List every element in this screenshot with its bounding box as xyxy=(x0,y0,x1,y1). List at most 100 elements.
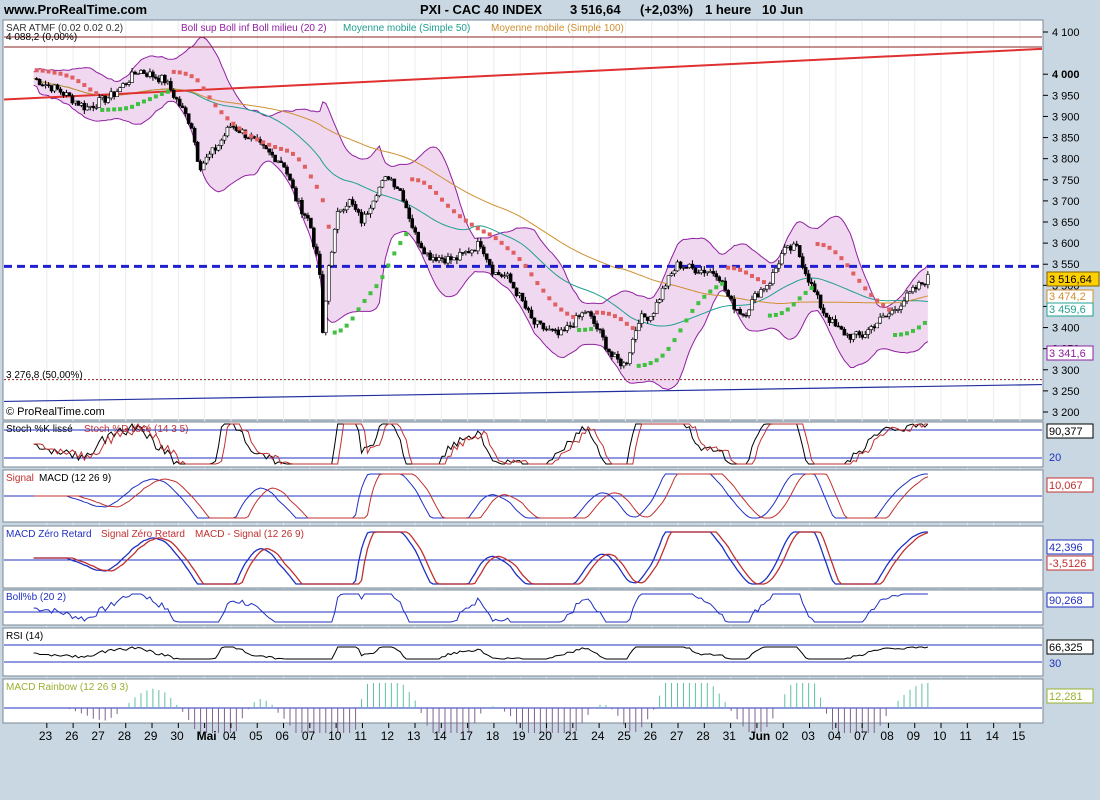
candle-body xyxy=(765,285,769,290)
candle-body xyxy=(577,315,581,318)
sar-dot xyxy=(249,134,254,139)
candle-body xyxy=(475,241,480,252)
candle-body xyxy=(508,273,513,283)
instrument-name: PXI - CAC 40 INDEX xyxy=(420,2,542,17)
candle-body xyxy=(419,242,423,248)
candle-body xyxy=(183,107,188,115)
x-tick-label: 11 xyxy=(354,729,367,743)
candle-body xyxy=(851,333,856,340)
candle-body xyxy=(896,309,900,311)
badge-zr-hist: -3,5126 xyxy=(1046,555,1094,571)
sar-dot xyxy=(177,70,182,75)
candle-body xyxy=(189,123,194,129)
x-tick-label: 07 xyxy=(854,729,868,743)
candle-body xyxy=(496,271,501,276)
candle-body xyxy=(514,287,519,296)
legend-ma50: Moyenne mobile (Simple 50) xyxy=(343,23,470,34)
candle-body xyxy=(422,247,426,255)
candle-body xyxy=(848,333,853,340)
sar-dot xyxy=(213,103,218,108)
site-title[interactable]: www.ProRealTime.com xyxy=(3,2,147,17)
sar-dot xyxy=(869,292,874,297)
candle-body xyxy=(616,353,620,360)
candle-body xyxy=(791,243,796,251)
candle-body xyxy=(276,160,280,163)
candle-body xyxy=(279,160,283,163)
sar-dot xyxy=(672,338,677,343)
candle-body xyxy=(166,81,170,84)
candle-body xyxy=(291,179,295,189)
candle-body xyxy=(774,267,778,273)
candle-body xyxy=(541,322,546,330)
candle-body xyxy=(788,245,793,251)
badge-rainbow: 12,281 xyxy=(1046,688,1094,704)
candle-body xyxy=(505,273,510,277)
candle-body xyxy=(425,252,429,255)
sar-dot xyxy=(40,68,45,73)
candle-body xyxy=(887,313,891,317)
candle-body xyxy=(335,211,340,230)
candle-body xyxy=(511,281,516,289)
sar-dot xyxy=(46,69,51,74)
x-tick-label: 04 xyxy=(828,729,842,743)
sar-dot xyxy=(523,263,528,268)
sar-dot xyxy=(463,218,468,223)
sar-dot xyxy=(52,70,57,75)
sar-dot xyxy=(899,332,904,337)
candle-body xyxy=(732,298,736,310)
sar-dot xyxy=(255,137,260,142)
candle-body xyxy=(222,135,227,141)
candle-body xyxy=(636,323,641,332)
x-tick-label: 19 xyxy=(512,729,526,743)
sar-dot xyxy=(761,280,766,285)
candle-body xyxy=(797,245,802,258)
x-tick-label: Mai xyxy=(197,729,217,743)
candle-body xyxy=(729,295,733,300)
date-x-axis: 23 26 27 28 29 30 Mai 04 05 06 07 10 11 12 13 14 17 18 19 2… xyxy=(39,723,1026,743)
sar-dot xyxy=(457,214,462,219)
candle-body xyxy=(458,252,462,261)
stoch-lo-label: 20 xyxy=(1049,452,1061,464)
rsi-panel[interactable] xyxy=(2,627,1044,677)
sar-dot xyxy=(905,331,910,336)
candle-body xyxy=(866,329,871,335)
candle-body xyxy=(213,147,218,151)
candle-body xyxy=(619,358,623,367)
candle-body xyxy=(192,128,197,143)
candle-body xyxy=(267,148,271,153)
badge-last: 3 516,64 xyxy=(1046,271,1100,287)
badge-zr-macd: 42,396 xyxy=(1046,539,1094,555)
x-tick-label: 14 xyxy=(986,729,1000,743)
candle-body xyxy=(136,73,140,75)
candle-body xyxy=(413,227,417,233)
sar-dot xyxy=(469,222,474,227)
candle-body xyxy=(142,70,146,74)
sar-dot xyxy=(356,307,361,312)
candle-body xyxy=(473,249,477,252)
candle-body xyxy=(270,151,274,156)
zr-title-macd: MACD Zéro Retard xyxy=(6,529,92,540)
sar-dot xyxy=(398,241,403,246)
candle-body xyxy=(231,125,236,128)
chart-canvas: www.ProRealTime.com PXI - CAC 40 INDEX 3… xyxy=(0,0,1100,743)
x-tick-label: 10 xyxy=(933,729,947,743)
sar-dot xyxy=(887,307,892,312)
sar-dot xyxy=(541,288,546,293)
x-tick-label: 26 xyxy=(644,729,658,743)
x-tick-label: 12 xyxy=(381,729,395,743)
candle-body xyxy=(350,199,355,205)
candle-body xyxy=(657,299,662,303)
candle-body xyxy=(484,253,489,260)
candle-body xyxy=(109,91,113,99)
sar-dot xyxy=(696,301,701,306)
candle-body xyxy=(750,299,754,311)
candle-body xyxy=(556,329,561,336)
candle-body xyxy=(88,105,93,108)
x-tick-label: 07 xyxy=(302,729,316,743)
candle-body xyxy=(127,82,131,85)
candle-body xyxy=(273,154,277,163)
sar-dot xyxy=(118,107,123,112)
candle-body xyxy=(800,256,805,268)
candle-body xyxy=(785,245,790,248)
candle-body xyxy=(85,106,90,111)
